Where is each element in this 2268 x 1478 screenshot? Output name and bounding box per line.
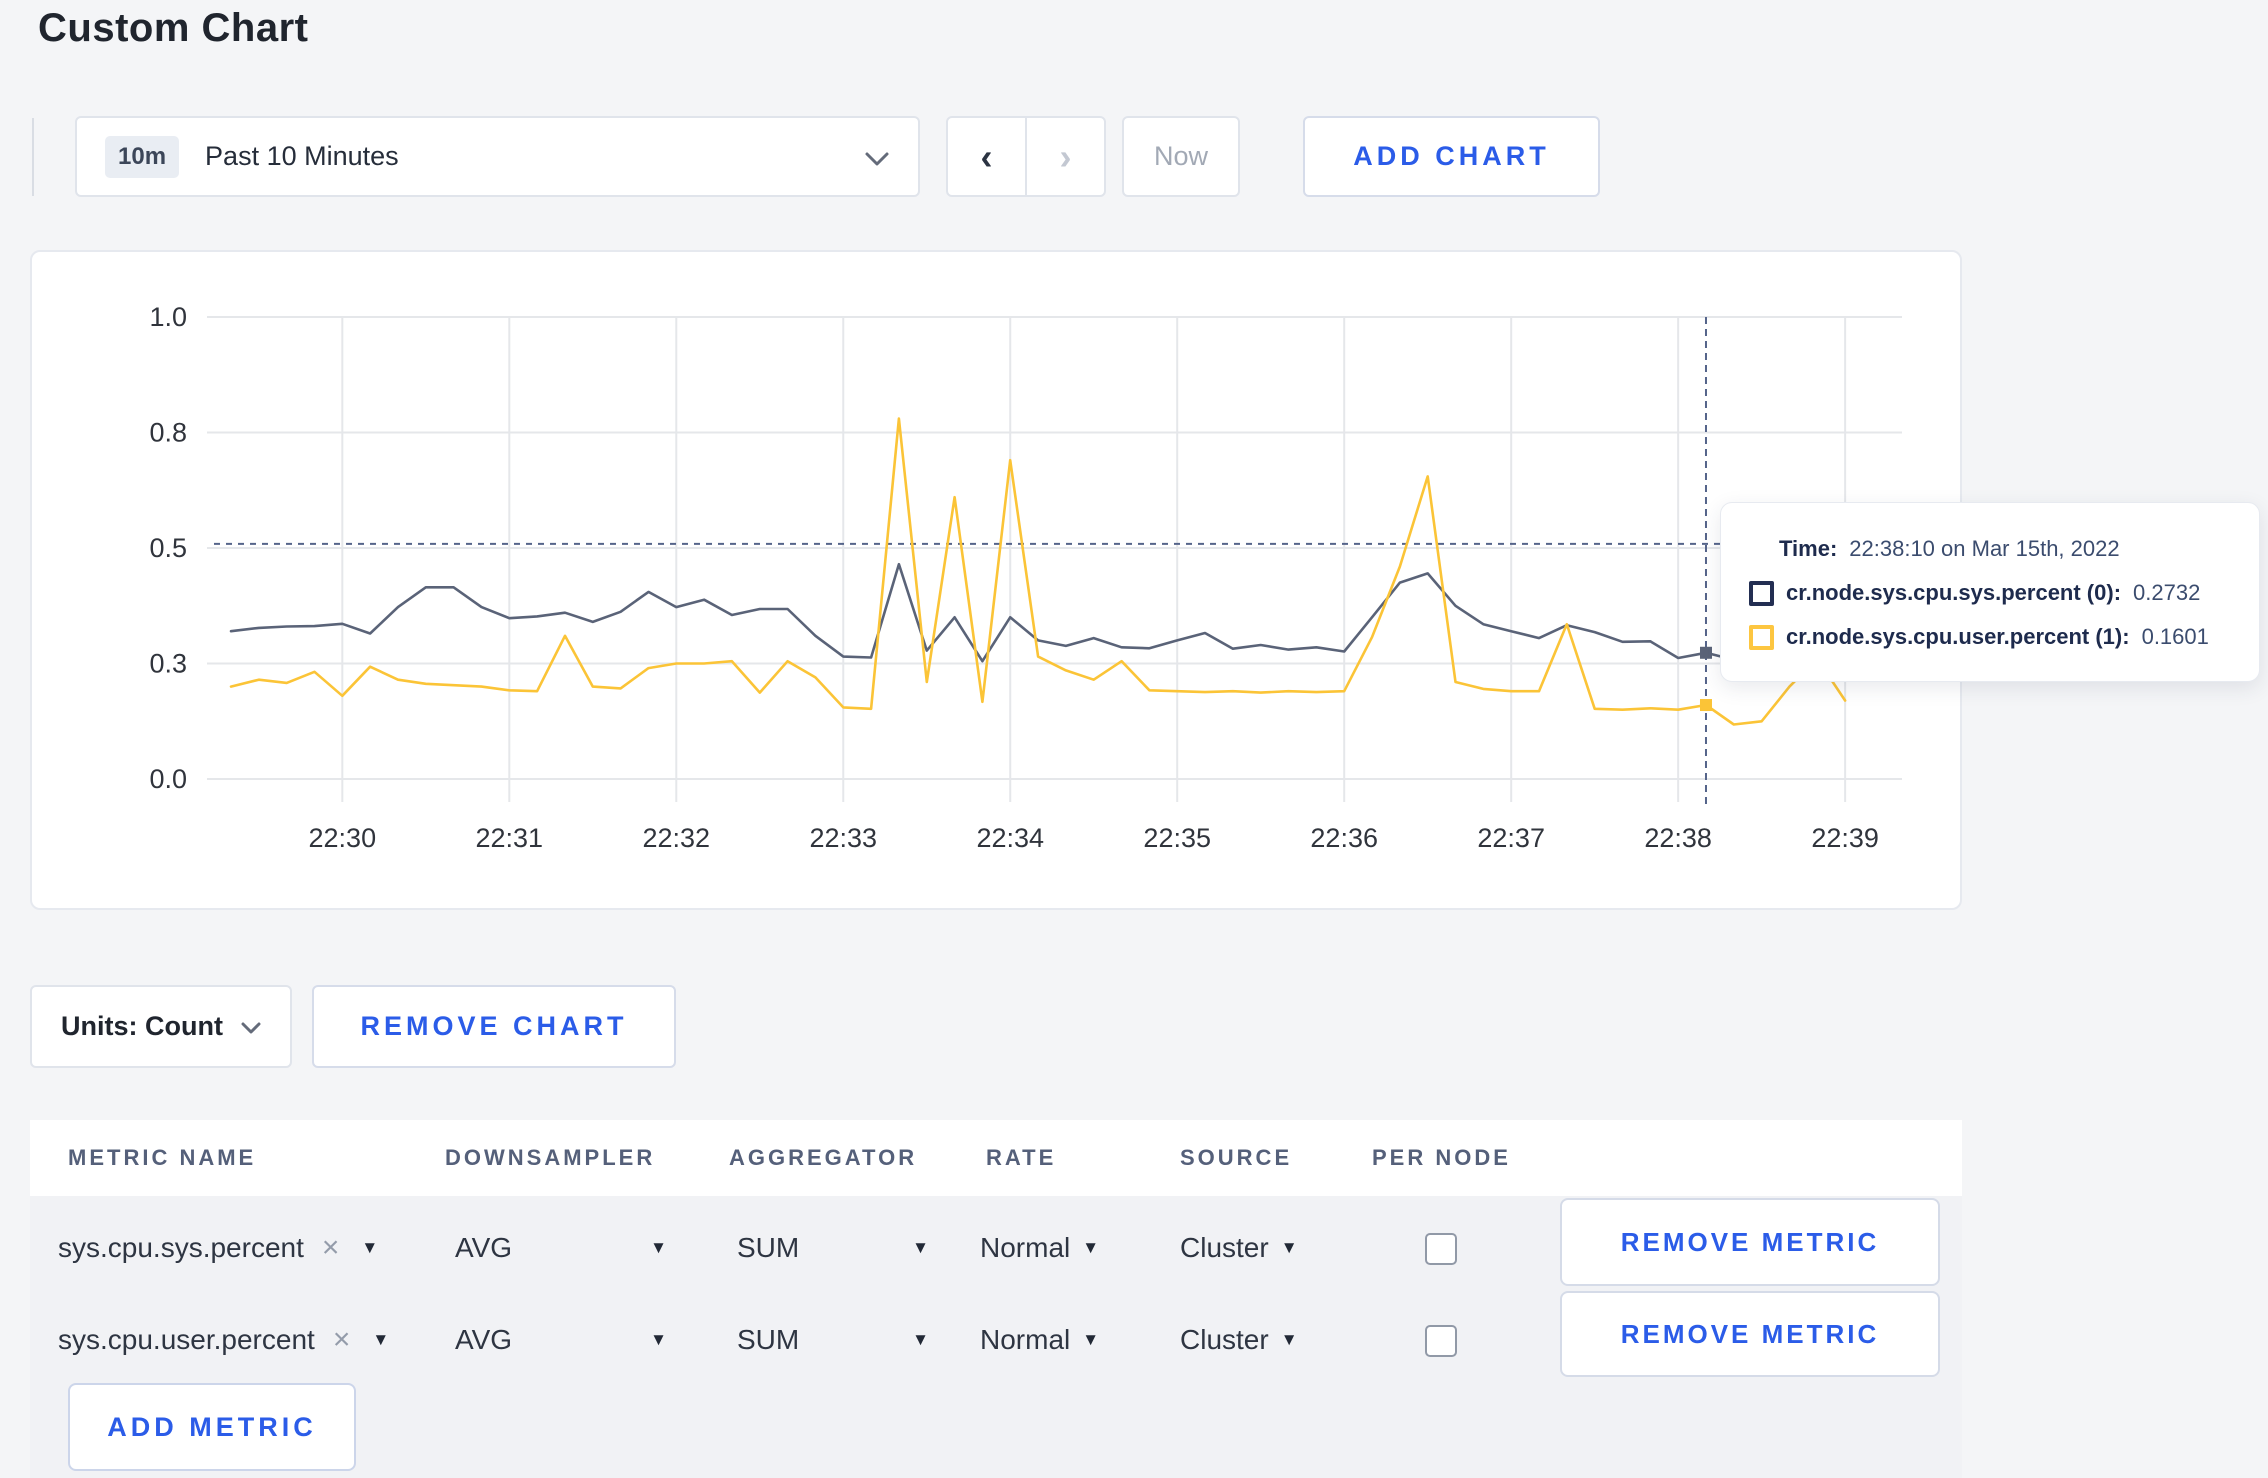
- caret-down-icon: ▼: [650, 1330, 667, 1349]
- time-range-label: Past 10 Minutes: [205, 141, 399, 171]
- source-select[interactable]: Cluster ▼: [1180, 1220, 1298, 1276]
- clear-metric-icon[interactable]: ×: [333, 1323, 351, 1357]
- svg-text:0.8: 0.8: [149, 418, 187, 448]
- tooltip-series-value: 0.2732: [2133, 580, 2201, 605]
- now-button[interactable]: Now: [1122, 116, 1240, 197]
- svg-text:22:30: 22:30: [309, 823, 377, 853]
- user-series-swatch-icon: [1749, 624, 1774, 650]
- time-prev-button[interactable]: ‹: [946, 116, 1027, 197]
- metric-name-value: sys.cpu.user.percent: [58, 1324, 315, 1355]
- rate-value: Normal: [980, 1232, 1071, 1263]
- column-header-per-node: PER NODE: [1372, 1145, 1511, 1170]
- svg-text:0.0: 0.0: [149, 764, 187, 794]
- source-value: Cluster: [1180, 1232, 1269, 1263]
- metrics-table-body: sys.cpu.sys.percent × ▼ AVG ▼ SUM ▼ Norm…: [30, 1196, 1962, 1478]
- tooltip-time-row: Time: 22:38:10 on Mar 15th, 2022: [1749, 527, 2259, 571]
- remove-metric-button[interactable]: REMOVE METRIC: [1560, 1198, 1940, 1286]
- tooltip-time-value: 22:38:10 on Mar 15th, 2022: [1849, 536, 2120, 561]
- svg-text:22:38: 22:38: [1644, 823, 1712, 853]
- svg-text:22:33: 22:33: [809, 823, 877, 853]
- downsampler-value: AVG: [455, 1232, 513, 1263]
- aggregator-select[interactable]: SUM ▼: [737, 1220, 929, 1276]
- chevron-down-icon: [241, 1011, 261, 1042]
- svg-text:1.0: 1.0: [149, 302, 187, 332]
- tooltip-series-name: cr.node.sys.cpu.sys.percent (0):: [1786, 580, 2122, 605]
- column-header-source: SOURCE: [1180, 1145, 1293, 1170]
- rate-select[interactable]: Normal ▼: [980, 1312, 1099, 1368]
- remove-metric-button[interactable]: REMOVE METRIC: [1560, 1291, 1940, 1377]
- svg-text:22:39: 22:39: [1811, 823, 1879, 853]
- caret-down-icon: ▼: [1082, 1238, 1100, 1257]
- metric-name-select[interactable]: sys.cpu.user.percent × ▼: [58, 1312, 389, 1368]
- clear-metric-icon[interactable]: ×: [322, 1231, 340, 1265]
- per-node-checkbox[interactable]: [1425, 1325, 1457, 1357]
- timeseries-chart[interactable]: 0.0 0.3 0.5 0.8 1.0 22:30 22:31 22:32 22:33 22:34…: [32, 252, 1964, 917]
- caret-down-icon: ▼: [372, 1330, 390, 1349]
- add-chart-button[interactable]: ADD CHART: [1303, 116, 1600, 197]
- time-range-badge: 10m: [105, 135, 180, 178]
- downsampler-value: AVG: [455, 1324, 513, 1355]
- svg-text:22:32: 22:32: [642, 823, 710, 853]
- rate-select[interactable]: Normal ▼: [980, 1220, 1099, 1276]
- svg-text:22:34: 22:34: [976, 823, 1044, 853]
- column-header-metric-name: METRIC NAME: [68, 1145, 257, 1170]
- chevron-down-icon: [864, 151, 890, 172]
- tooltip-series-name: cr.node.sys.cpu.user.percent (1):: [1786, 624, 2130, 649]
- tooltip-series-value: 0.1601: [2141, 624, 2209, 649]
- units-dropdown[interactable]: Units: Count: [30, 985, 292, 1068]
- page-title: Custom Chart: [38, 6, 309, 50]
- chart-card: 0.0 0.3 0.5 0.8 1.0 22:30 22:31 22:32 22:33 22:34…: [30, 250, 1962, 910]
- metric-name-value: sys.cpu.sys.percent: [58, 1232, 304, 1263]
- column-header-downsampler: DOWNSAMPLER: [445, 1145, 656, 1170]
- remove-chart-button[interactable]: REMOVE CHART: [312, 985, 676, 1068]
- rate-value: Normal: [980, 1324, 1071, 1355]
- caret-down-icon: ▼: [650, 1238, 667, 1257]
- column-header-aggregator: AGGREGATOR: [729, 1145, 918, 1170]
- time-range-dropdown[interactable]: 10m Past 10 Minutes: [75, 116, 920, 197]
- source-value: Cluster: [1180, 1324, 1269, 1355]
- caret-down-icon: ▼: [1280, 1330, 1298, 1349]
- tooltip-series-row: cr.node.sys.cpu.user.percent (1): 0.1601: [1749, 615, 2259, 659]
- time-next-button[interactable]: ›: [1025, 116, 1106, 197]
- sys-series-swatch-icon: [1749, 580, 1774, 606]
- caret-down-icon: ▼: [1082, 1330, 1100, 1349]
- svg-text:0.5: 0.5: [149, 533, 187, 563]
- svg-text:22:35: 22:35: [1143, 823, 1211, 853]
- svg-text:0.3: 0.3: [149, 649, 187, 679]
- caret-down-icon: ▼: [912, 1238, 929, 1257]
- chart-hover-tooltip: Time: 22:38:10 on Mar 15th, 2022 cr.node…: [1720, 502, 2260, 682]
- tooltip-series-row: cr.node.sys.cpu.sys.percent (0): 0.2732: [1749, 571, 2259, 615]
- downsampler-select[interactable]: AVG ▼: [455, 1220, 667, 1276]
- svg-text:22:36: 22:36: [1310, 823, 1378, 853]
- svg-text:22:37: 22:37: [1477, 823, 1545, 853]
- caret-down-icon: ▼: [912, 1330, 929, 1349]
- add-metric-button[interactable]: ADD METRIC: [68, 1383, 356, 1471]
- time-nav-group: ‹ ›: [946, 116, 1106, 197]
- caret-down-icon: ▼: [1280, 1238, 1298, 1257]
- metrics-table-header: METRIC NAME DOWNSAMPLER AGGREGATOR RATE …: [30, 1120, 1962, 1196]
- source-select[interactable]: Cluster ▼: [1180, 1312, 1298, 1368]
- units-label: Units: Count: [61, 1011, 223, 1041]
- caret-down-icon: ▼: [361, 1238, 379, 1257]
- tooltip-time-label: Time:: [1779, 536, 1838, 561]
- aggregator-value: SUM: [737, 1232, 800, 1263]
- chevron-right-icon: ›: [1059, 135, 1072, 177]
- column-header-rate: RATE: [986, 1145, 1057, 1170]
- downsampler-select[interactable]: AVG ▼: [455, 1312, 667, 1368]
- chevron-left-icon: ‹: [980, 135, 993, 177]
- metric-name-select[interactable]: sys.cpu.sys.percent × ▼: [58, 1220, 378, 1276]
- toolbar-divider: [32, 118, 34, 196]
- per-node-checkbox[interactable]: [1425, 1233, 1457, 1265]
- svg-text:22:31: 22:31: [476, 823, 544, 853]
- aggregator-value: SUM: [737, 1324, 800, 1355]
- aggregator-select[interactable]: SUM ▼: [737, 1312, 929, 1368]
